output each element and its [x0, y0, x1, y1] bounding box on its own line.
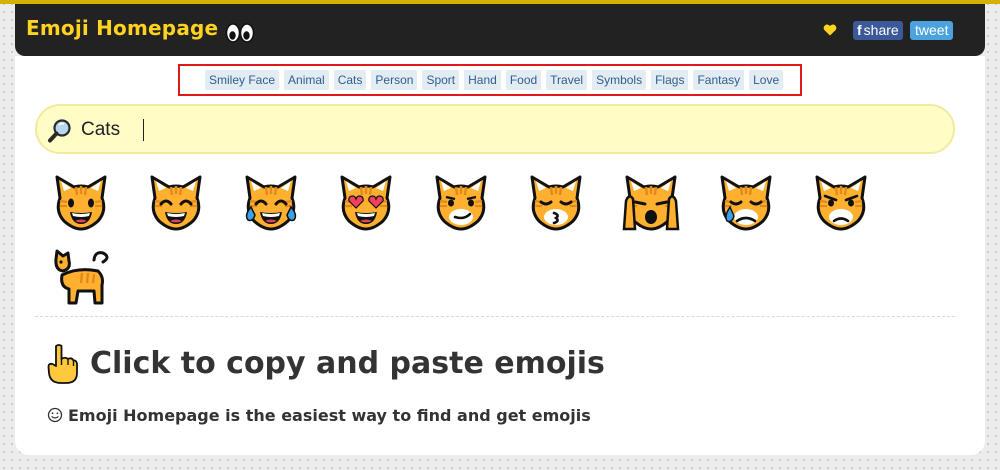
text-caret	[143, 119, 144, 141]
page-headline: Click to copy and paste emojis	[90, 346, 605, 381]
tweet-button[interactable]: tweet	[910, 21, 954, 40]
category-love[interactable]: Love	[749, 70, 784, 90]
emoji-results	[45, 171, 965, 321]
category-smiley-face[interactable]: Smiley Face	[205, 70, 280, 90]
search-input[interactable]	[81, 115, 681, 145]
main-panel: Smiley Face Animal Cats Person Sport Hand Food…	[15, 56, 985, 455]
smiley-face-icon	[47, 407, 63, 423]
weary-cat-emoji[interactable]	[618, 171, 684, 237]
cat-emoji[interactable]	[48, 247, 114, 313]
facebook-f-icon: f	[857, 22, 862, 38]
category-flags[interactable]: Flags	[651, 70, 689, 90]
page-subline: Emoji Homepage is the easiest way to fin…	[68, 406, 591, 425]
section-divider	[35, 316, 955, 317]
category-fantasy[interactable]: Fantasy	[693, 70, 745, 90]
category-nav: Smiley Face Animal Cats Person Sport Hand Food…	[178, 64, 802, 96]
crying-cat-emoji[interactable]	[713, 171, 779, 237]
pouting-cat-emoji[interactable]	[808, 171, 874, 237]
site-logo[interactable]: Emoji Homepage	[26, 16, 218, 40]
category-animal[interactable]: Animal	[284, 70, 329, 90]
category-person[interactable]: Person	[371, 70, 418, 90]
magnifying-glass-icon	[48, 119, 71, 143]
smiling-cat-with-heart-eyes-emoji[interactable]	[333, 171, 399, 237]
site-header: Emoji Homepage f share tweet	[15, 4, 985, 56]
cat-with-wry-smile-emoji[interactable]	[428, 171, 494, 237]
cat-with-tears-of-joy-emoji[interactable]	[238, 171, 304, 237]
category-cats[interactable]: Cats	[333, 70, 367, 90]
category-hand[interactable]: Hand	[464, 70, 501, 90]
grinning-cat-with-smiling-eyes-emoji[interactable]	[143, 171, 209, 237]
heart-icon[interactable]	[823, 24, 837, 36]
pointing-up-hand-icon	[47, 344, 78, 384]
category-symbols[interactable]: Symbols	[592, 70, 647, 90]
category-travel[interactable]: Travel	[546, 70, 588, 90]
share-label: share	[863, 22, 899, 38]
grinning-cat-emoji[interactable]	[48, 171, 114, 237]
facebook-share-button[interactable]: f share	[853, 21, 903, 40]
category-sport[interactable]: Sport	[422, 70, 460, 90]
kissing-cat-emoji[interactable]	[523, 171, 589, 237]
search-bar[interactable]	[35, 104, 955, 154]
eyes-icon	[225, 23, 255, 43]
category-food[interactable]: Food	[505, 70, 542, 90]
